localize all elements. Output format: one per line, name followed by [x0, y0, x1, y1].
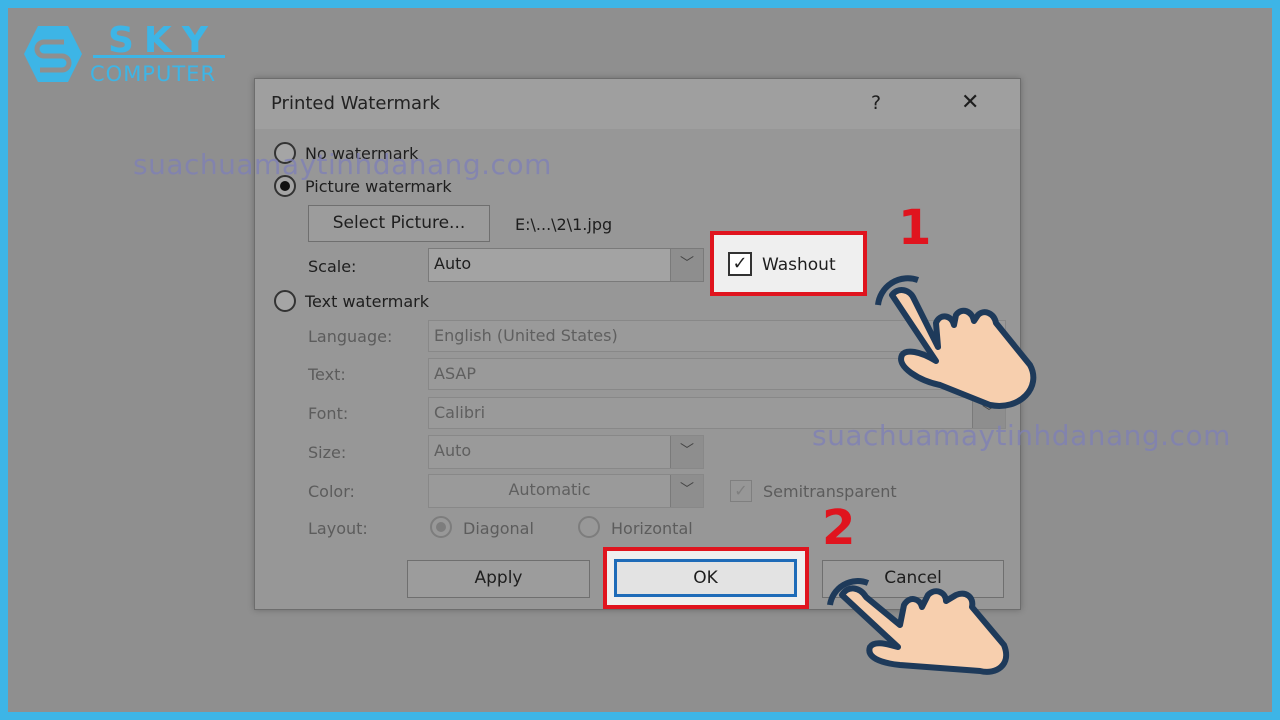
- picture-path: E:\...\2\1.jpg: [515, 215, 613, 234]
- help-button[interactable]: ?: [871, 92, 881, 114]
- site-watermark: suachuamaytinhdanang.com: [133, 148, 552, 181]
- pointing-hand-icon: [875, 275, 1037, 409]
- sky-logo-icon: [24, 26, 82, 82]
- step-2-label: 2: [822, 500, 856, 556]
- pointing-hand-icon: [827, 578, 1009, 675]
- color-combobox[interactable]: Automatic ﹀: [428, 474, 704, 508]
- color-label: Color:: [308, 482, 355, 501]
- washout-checkbox[interactable]: ✓: [728, 252, 752, 276]
- semitransparent-label[interactable]: Semitransparent: [763, 482, 897, 501]
- text-watermark-radio[interactable]: [274, 290, 296, 312]
- size-combobox[interactable]: Auto ﹀: [428, 435, 704, 469]
- logo-text-computer: COMPUTER: [90, 62, 217, 86]
- apply-button[interactable]: Apply: [407, 560, 590, 598]
- size-label: Size:: [308, 443, 347, 462]
- layout-label: Layout:: [308, 519, 368, 538]
- chevron-down-icon[interactable]: ﹀: [670, 475, 703, 507]
- site-watermark: suachuamaytinhdanang.com: [812, 419, 1231, 452]
- scale-combobox[interactable]: Auto ﹀: [428, 248, 704, 282]
- text-watermark-label[interactable]: Text watermark: [305, 292, 429, 311]
- scale-label: Scale:: [308, 257, 357, 276]
- chevron-down-icon[interactable]: ﹀: [670, 249, 703, 281]
- diagonal-label[interactable]: Diagonal: [463, 519, 534, 538]
- size-value: Auto: [434, 441, 472, 460]
- logo-divider: [93, 55, 225, 58]
- semitransparent-checkbox[interactable]: ✓: [730, 480, 752, 502]
- horizontal-label[interactable]: Horizontal: [611, 519, 693, 538]
- font-label: Font:: [308, 404, 349, 423]
- washout-label[interactable]: Washout: [762, 255, 836, 275]
- color-value: Automatic: [508, 480, 591, 499]
- text-label: Text:: [308, 365, 346, 384]
- ok-button[interactable]: OK: [614, 559, 797, 597]
- chevron-down-icon[interactable]: ﹀: [670, 436, 703, 468]
- step-1-label: 1: [898, 200, 932, 256]
- dialog-title: Printed Watermark: [271, 93, 440, 114]
- scale-value: Auto: [434, 254, 472, 273]
- font-value: Calibri: [434, 403, 486, 422]
- select-picture-button[interactable]: Select Picture...: [308, 205, 490, 242]
- close-button[interactable]: ✕: [961, 90, 979, 115]
- horizontal-radio[interactable]: [578, 516, 600, 538]
- language-label: Language:: [308, 327, 393, 346]
- diagonal-radio[interactable]: [430, 516, 452, 538]
